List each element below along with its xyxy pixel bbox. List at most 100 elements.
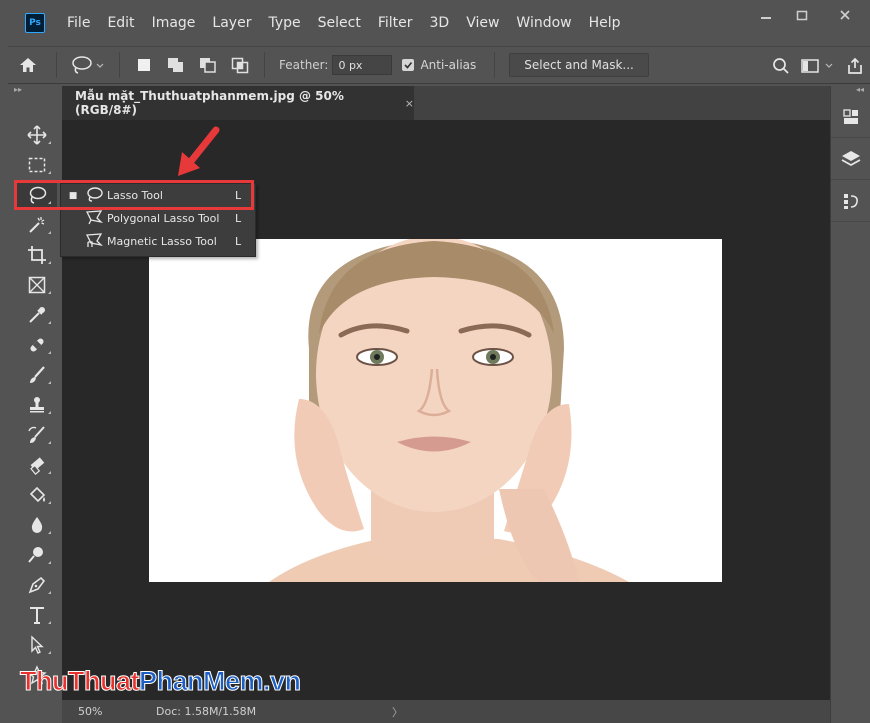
frame-icon xyxy=(28,276,46,294)
photoshop-logo: Ps xyxy=(25,13,45,33)
panel-collapse-icon[interactable]: ◂◂ xyxy=(831,86,870,96)
workspace-icon xyxy=(801,59,833,73)
menu-bar: Ps File Edit Image Layer Type Select Fil… xyxy=(0,0,870,46)
document-size: Doc: 1.58M/1.58M xyxy=(156,705,257,718)
frame-tool[interactable] xyxy=(17,270,57,300)
flyout-shortcut: L xyxy=(235,235,242,248)
anti-alias-checkbox[interactable] xyxy=(402,59,415,71)
menu-help[interactable]: Help xyxy=(589,15,621,31)
window-controls xyxy=(748,0,870,36)
lasso-tool-flyout: ■ Lasso Tool L Polygonal Lasso Tool L Ma… xyxy=(60,183,256,257)
intersect-selection-button[interactable] xyxy=(230,55,250,75)
subtract-selection-button[interactable] xyxy=(198,55,218,75)
document-tab-title: Mẫu mặt_Thuthuatphanmem.jpg @ 50% (RGB/8… xyxy=(75,89,344,117)
search-button[interactable] xyxy=(766,57,796,75)
blur-tool[interactable] xyxy=(17,510,57,540)
menu-filter[interactable]: Filter xyxy=(378,15,413,31)
select-and-mask-button[interactable]: Select and Mask... xyxy=(509,53,649,77)
flyout-shortcut: L xyxy=(235,189,242,202)
history-brush-tool[interactable] xyxy=(17,420,57,450)
status-menu-chevron-icon[interactable]: 〉 xyxy=(392,704,403,720)
history-icon xyxy=(844,193,858,209)
watermark-part-1: ThuThuat xyxy=(20,666,140,697)
pen-icon xyxy=(28,576,46,594)
crop-icon xyxy=(28,246,46,264)
tool-preset-picker[interactable] xyxy=(65,55,111,75)
home-icon xyxy=(20,58,36,72)
eraser-tool[interactable] xyxy=(17,450,57,480)
document-tab-strip: Mẫu mặt_Thuthuatphanmem.jpg @ 50% (RGB/8… xyxy=(62,86,830,120)
layers-icon xyxy=(841,150,861,166)
watermark-part-3: .vn xyxy=(263,666,302,697)
menu-file[interactable]: File xyxy=(67,15,90,31)
annotation-arrow-icon xyxy=(178,126,220,176)
crop-tool[interactable] xyxy=(17,240,57,270)
menu-image[interactable]: Image xyxy=(152,15,196,31)
menu-type[interactable]: Type xyxy=(268,15,300,31)
drop-icon xyxy=(31,517,43,533)
watermark-part-2: PhanMem xyxy=(138,666,264,697)
marquee-tool[interactable] xyxy=(17,150,57,180)
healing-brush-tool[interactable] xyxy=(17,330,57,360)
pen-tool[interactable] xyxy=(17,570,57,600)
maximize-button[interactable] xyxy=(784,0,820,30)
eyedropper-tool[interactable] xyxy=(17,300,57,330)
menu-layer[interactable]: Layer xyxy=(212,15,251,31)
flyout-label: Lasso Tool xyxy=(107,189,163,202)
menu-3d[interactable]: 3D xyxy=(430,15,450,31)
add-selection-button[interactable] xyxy=(166,55,186,75)
flyout-label: Polygonal Lasso Tool xyxy=(107,212,220,225)
eyedropper-icon xyxy=(29,307,45,323)
arrow-pointer-icon xyxy=(31,635,44,654)
share-icon xyxy=(848,57,862,74)
flyout-item-lasso[interactable]: ■ Lasso Tool L xyxy=(61,184,255,207)
tools-panel: ▸▸ xyxy=(12,86,62,723)
history-panel-button[interactable] xyxy=(831,180,870,222)
home-button[interactable] xyxy=(8,57,48,73)
new-selection-icon xyxy=(138,59,150,71)
clone-stamp-tool[interactable] xyxy=(17,390,57,420)
search-icon xyxy=(773,58,789,74)
dodge-tool[interactable] xyxy=(17,540,57,570)
brush-tool[interactable] xyxy=(17,360,57,390)
flyout-item-polygonal-lasso[interactable]: Polygonal Lasso Tool L xyxy=(61,207,255,230)
anti-alias-label: Anti-alias xyxy=(420,58,477,72)
document-image[interactable] xyxy=(149,239,722,582)
feather-input[interactable]: 0 px xyxy=(332,55,393,75)
document-tab[interactable]: Mẫu mặt_Thuthuatphanmem.jpg @ 50% (RGB/8… xyxy=(62,86,414,120)
move-tool[interactable] xyxy=(17,120,57,150)
right-panel-dock: ◂◂ xyxy=(830,86,870,723)
share-button[interactable] xyxy=(840,57,870,75)
path-selection-tool[interactable] xyxy=(17,630,57,660)
tab-close-icon[interactable]: × xyxy=(405,97,414,110)
menu-view[interactable]: View xyxy=(466,15,499,31)
polygonal-lasso-icon xyxy=(85,209,107,229)
zoom-level[interactable]: 50% xyxy=(62,705,132,718)
new-selection-button[interactable] xyxy=(134,55,154,75)
type-icon xyxy=(30,607,44,624)
layers-panel-button[interactable] xyxy=(831,138,870,180)
toolbar-collapse-icon[interactable]: ▸▸ xyxy=(12,86,62,96)
lasso-preset-icon xyxy=(72,56,104,74)
options-bar: Feather: 0 px Anti-alias Select and Mask… xyxy=(8,46,870,84)
dodge-icon xyxy=(28,547,43,563)
flyout-label: Magnetic Lasso Tool xyxy=(107,235,217,248)
libraries-panel-button[interactable] xyxy=(831,96,870,138)
type-tool[interactable] xyxy=(17,600,57,630)
brush-icon xyxy=(30,366,45,383)
close-button[interactable] xyxy=(820,0,870,30)
workspace-switcher[interactable] xyxy=(796,58,840,74)
paint-bucket-icon xyxy=(29,486,46,503)
flyout-item-magnetic-lasso[interactable]: Magnetic Lasso Tool L xyxy=(61,230,255,253)
minimize-button[interactable] xyxy=(748,0,784,30)
menu-edit[interactable]: Edit xyxy=(107,15,134,31)
bandage-icon xyxy=(30,338,44,352)
feather-label: Feather: xyxy=(279,58,329,72)
lasso-icon xyxy=(29,186,47,204)
paint-bucket-tool[interactable] xyxy=(17,480,57,510)
menu-window[interactable]: Window xyxy=(516,15,571,31)
menu-select[interactable]: Select xyxy=(318,15,361,31)
quick-selection-tool[interactable] xyxy=(17,210,57,240)
lasso-tool[interactable] xyxy=(17,180,57,210)
libraries-icon xyxy=(843,108,858,124)
